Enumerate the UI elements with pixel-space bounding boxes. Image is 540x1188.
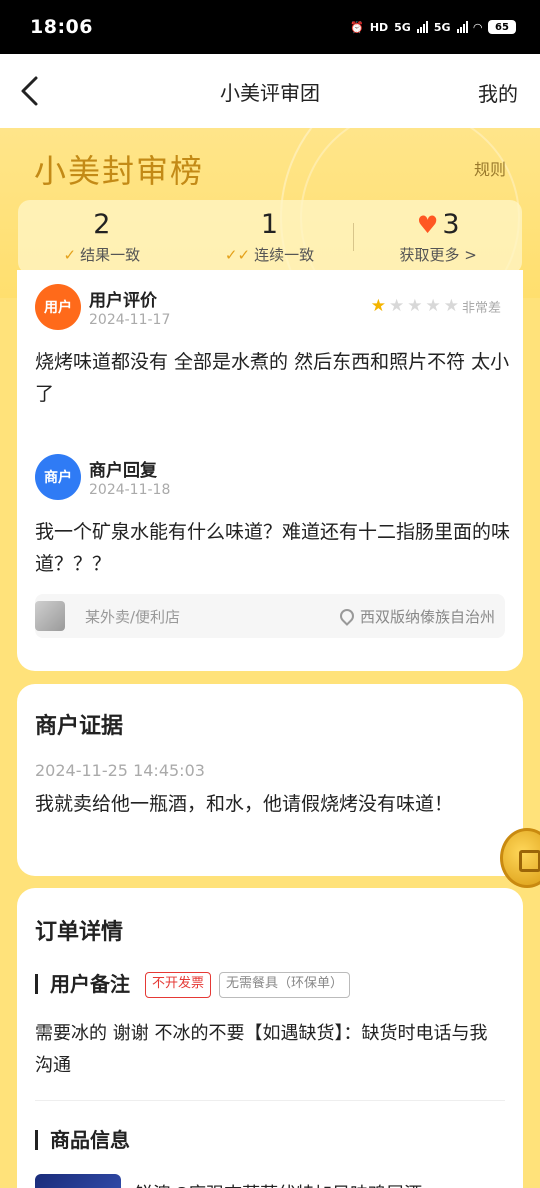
star-icon: ★ xyxy=(388,296,405,316)
get-more-link[interactable]: 获取更多 > xyxy=(400,244,477,265)
tag-no-invoice: 不开发票 xyxy=(145,972,212,998)
divider xyxy=(35,1100,505,1101)
star-icon: ★ xyxy=(443,296,459,316)
double-check-icon: ✓✓ xyxy=(224,245,251,264)
user-review-date: 2024-11-17 xyxy=(89,312,171,328)
star-icon: ★ xyxy=(370,296,386,316)
shop-location-text: 西双版纳傣族自治州 xyxy=(359,607,495,626)
page-title: 小美评审团 xyxy=(220,80,320,105)
rules-link[interactable]: 规则 xyxy=(474,156,506,180)
product-info-title: 商品信息 xyxy=(35,1130,130,1150)
review-card: 用户 用户评价 2024-11-17 ★ ★ ★ ★ ★ 非常差 烧烤味道都没有… xyxy=(17,270,523,671)
check-icon: ✓ xyxy=(63,245,77,264)
rating-label: 非常差 xyxy=(461,301,501,316)
remark-text: 需要冰的 谢谢 不冰的不要【如遇缺货】：缺货时电话与我沟通 xyxy=(35,1023,488,1076)
heart-icon: ♥ xyxy=(416,210,439,239)
shop-name: 某外卖/便利店 xyxy=(85,607,181,626)
star-icon: ★ xyxy=(425,296,441,316)
stat-value-row: ♥ 3 xyxy=(417,209,460,240)
stat-label: 连续一致 xyxy=(254,246,315,264)
stat-label: 结果一致 xyxy=(80,246,141,264)
evidence-title: 商户证据 xyxy=(35,714,124,739)
product-name[interactable]: 锐澳 3度强爽蓝莓伏特加风味鸡尾酒 xyxy=(135,1180,475,1188)
merchant-reply-text: 我一个矿泉水能有什么味道？难道还有十二指肠里面的味道？？？ xyxy=(35,521,511,575)
signal-5g-label: 5G xyxy=(394,20,411,34)
stat-get-more[interactable]: ♥ 3 获取更多 > xyxy=(354,209,522,265)
stat-label-row: ✓ 结果一致 xyxy=(64,244,141,265)
shop-info-bar[interactable]: 某外卖/便利店 西双版纳傣族自治州 xyxy=(35,594,505,638)
user-avatar: 用户 xyxy=(35,284,81,330)
alarm-icon: ⏰ xyxy=(350,20,364,34)
evidence-date: 2024-11-25 14:45:03 xyxy=(35,761,205,780)
stats-box: 2 ✓ 结果一致 1 ✓✓ 连续一致 ♥ 3 获取更多 > xyxy=(18,200,522,274)
signal-5g-label-2: 5G xyxy=(433,20,451,34)
status-time: 18:06 xyxy=(30,16,93,38)
coin-icon[interactable] xyxy=(500,828,540,888)
merchant-reply-date: 2024-11-18 xyxy=(89,482,171,498)
tag-no-tableware: 无需餐具（环保单） xyxy=(219,972,351,998)
my-button[interactable]: 我的 xyxy=(478,78,518,107)
shop-location: 西双版纳傣族自治州 xyxy=(337,606,495,627)
status-bar: 18:06 ⏰ HD 5G 5G ◠ 65 xyxy=(0,0,540,54)
star-rating: ★ ★ ★ ★ ★ 非常差 xyxy=(370,296,501,317)
star-icon: ★ xyxy=(407,296,423,316)
stat-value: 3 xyxy=(442,209,460,240)
wifi-icon: ◠ xyxy=(473,20,482,34)
signal-icon-2 xyxy=(456,21,468,33)
stat-value: 2 xyxy=(93,209,111,240)
order-title: 订单详情 xyxy=(35,920,124,945)
merchant-avatar: 商户 xyxy=(35,454,81,500)
product-thumbnail xyxy=(35,1174,121,1188)
status-icons: ⏰ HD 5G 5G ◠ 65 xyxy=(350,20,516,34)
banner-title: 小美封审榜 xyxy=(34,152,205,190)
remark-title: 用户备注 xyxy=(35,974,130,994)
shop-thumbnail xyxy=(35,601,65,631)
battery-icon: 65 xyxy=(488,20,516,34)
hd-icon: HD xyxy=(369,20,389,34)
location-pin-icon xyxy=(337,606,357,626)
user-review-text: 烧烤味道都没有 全部是水煮的 然后东西和照片不符 太小了 xyxy=(35,351,510,405)
stat-value: 1 xyxy=(260,209,279,240)
evidence-card: 商户证据 2024-11-25 14:45:03 我就卖给他一瓶酒，和水，他请假… xyxy=(17,684,523,876)
chevron-left-icon[interactable] xyxy=(16,74,46,108)
stat-label-row: ✓✓ 连续一致 xyxy=(225,244,314,265)
stat-consistent-result: 2 ✓ 结果一致 xyxy=(18,209,186,265)
order-card: 订单详情 用户备注 不开发票 无需餐具（环保单） 需要冰的 谢谢 不冰的不要【如… xyxy=(17,888,523,1188)
stat-consecutive: 1 ✓✓ 连续一致 xyxy=(186,209,354,265)
evidence-text: 我就卖给他一瓶酒，和水，他请假烧烤没有味道！ xyxy=(35,793,454,815)
signal-icon xyxy=(416,21,428,33)
merchant-reply-label: 商户回复 xyxy=(89,461,157,481)
nav-bar: 小美评审团 我的 xyxy=(0,54,540,128)
user-review-label: 用户评价 xyxy=(89,291,157,311)
